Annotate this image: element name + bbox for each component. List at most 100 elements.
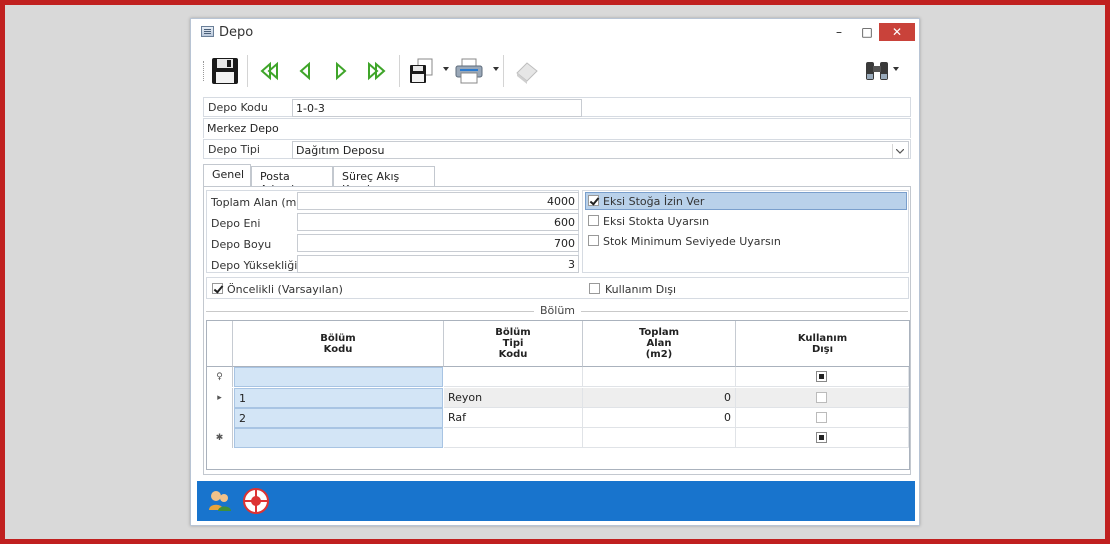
users-button[interactable] xyxy=(205,486,235,516)
eksi-stoga-izin-ver-checkbox[interactable] xyxy=(588,195,599,206)
cell-bolum-tipi[interactable]: Raf xyxy=(444,408,583,428)
cell-toplam-alan[interactable]: 0 xyxy=(583,388,736,408)
kullanim-disi-row-checkbox[interactable] xyxy=(816,392,827,403)
depo-tipi-value: Dağıtım Deposu xyxy=(296,144,385,157)
tab-genel[interactable]: Genel xyxy=(203,164,251,186)
window-title: Depo xyxy=(219,25,254,40)
previous-record-button[interactable] xyxy=(289,55,321,87)
table-row[interactable]: ▸ 1 Reyon 0 xyxy=(207,388,909,408)
eksi-stoga-izin-ver-label: Eksi Stoğa İzin Ver xyxy=(603,195,705,208)
new-cell-toplam-alan[interactable] xyxy=(583,428,736,448)
chevron-down-icon[interactable] xyxy=(892,144,906,158)
maximize-button[interactable]: □ xyxy=(853,23,881,41)
minimize-button[interactable]: – xyxy=(825,23,853,41)
depo-kodu-row: Depo Kodu 1-0-3 xyxy=(203,97,911,117)
filter-cell-bolum-tipi[interactable] xyxy=(444,367,583,387)
filter-cell-kullanim-disi[interactable] xyxy=(736,367,909,387)
filter-row-indicator: ♀ xyxy=(207,367,233,387)
table-row[interactable]: 2 Raf 0 xyxy=(207,408,909,428)
depo-eni-label: Depo Eni xyxy=(211,217,261,230)
cell-bolum-tipi[interactable]: Reyon xyxy=(444,388,583,408)
cell-kullanim-disi[interactable] xyxy=(736,408,909,428)
depo-yuksekligi-label: Depo Yüksekliği xyxy=(211,259,298,272)
section-divider xyxy=(578,311,908,312)
new-row[interactable]: ✱ xyxy=(207,428,909,448)
stok-minimum-uyarsin-label: Stok Minimum Seviyede Uyarsın xyxy=(603,235,781,248)
row-indicator xyxy=(207,408,233,428)
bolum-grid: Bölüm Kodu Bölüm Tipi Kodu Toplam Alan (m2) K… xyxy=(206,320,910,470)
depo-tipi-select[interactable]: Dağıtım Deposu xyxy=(292,141,909,159)
toolbar-separator xyxy=(399,55,400,87)
new-cell-bolum-tipi[interactable] xyxy=(444,428,583,448)
depo-tipi-row: Depo Tipi Dağıtım Deposu xyxy=(203,139,911,159)
stok-minimum-uyarsin-checkbox[interactable] xyxy=(588,235,599,246)
cell-bolum-kodu[interactable]: 2 xyxy=(234,408,443,428)
depo-window: Depo – □ ✕ Depo Kodu 1-0-3 Merkez Depo D… xyxy=(190,18,920,526)
toolbar xyxy=(197,49,915,93)
bolum-section-title: Bölüm xyxy=(534,304,582,317)
search-dropdown-arrow[interactable] xyxy=(893,67,899,71)
column-header-bolum-tipi-kodu[interactable]: Bölüm Tipi Kodu xyxy=(444,321,583,367)
depo-eni-input[interactable]: 600 xyxy=(297,213,579,231)
cell-toplam-alan[interactable]: 0 xyxy=(583,408,736,428)
filter-kullanim-disi-checkbox[interactable] xyxy=(816,371,827,382)
help-globe-icon xyxy=(243,488,269,514)
depo-kodu-input[interactable]: 1-0-3 xyxy=(292,99,582,117)
kullanim-disi-label: Kullanım Dışı xyxy=(605,283,677,296)
oncelikli-checkbox[interactable] xyxy=(212,283,223,294)
cell-kullanim-disi[interactable] xyxy=(736,388,909,408)
save-as-dropdown-arrow[interactable] xyxy=(443,67,449,71)
tab-strip: Genel Posta Adresi Süreç Akış Kuralı xyxy=(203,164,911,196)
column-header-bolum-kodu[interactable]: Bölüm Kodu xyxy=(233,321,444,367)
eraser-button[interactable] xyxy=(511,55,543,87)
flags-group: Öncelikli (Varsayılan) Kullanım Dışı xyxy=(206,277,909,299)
column-header-kullanim-disi[interactable]: Kullanım Dışı xyxy=(736,321,909,367)
help-button[interactable] xyxy=(241,486,271,516)
save-button[interactable] xyxy=(209,55,241,87)
print-dropdown-arrow[interactable] xyxy=(493,67,499,71)
window-app-icon xyxy=(201,26,214,37)
new-cell-kullanim-disi[interactable] xyxy=(736,428,909,448)
depo-boyu-input[interactable]: 700 xyxy=(297,234,579,252)
toolbar-grip[interactable] xyxy=(203,61,205,81)
eksi-stokta-uyarsin-label: Eksi Stokta Uyarsın xyxy=(603,215,710,228)
tab-surec-akis-kurali[interactable]: Süreç Akış Kuralı xyxy=(333,166,435,196)
column-header-toplam-alan[interactable]: Toplam Alan (m2) xyxy=(583,321,736,367)
bottom-bar xyxy=(197,481,915,521)
depo-yuksekligi-input[interactable]: 3 xyxy=(297,255,579,273)
first-record-button[interactable] xyxy=(253,55,285,87)
toplam-alan-input[interactable]: 4000 xyxy=(297,192,579,210)
depo-name-input[interactable]: Merkez Depo xyxy=(204,120,910,138)
tab-posta-adresi[interactable]: Posta Adresi xyxy=(251,166,333,196)
print-icon xyxy=(455,58,483,84)
new-row-indicator: ✱ xyxy=(207,428,233,448)
toplam-alan-label: Toplam Alan (m2) xyxy=(211,196,308,209)
users-icon xyxy=(209,491,231,511)
next-record-icon xyxy=(336,61,347,81)
depo-tipi-label: Depo Tipi xyxy=(208,143,260,156)
cell-bolum-kodu[interactable]: 1 xyxy=(234,388,443,408)
section-divider xyxy=(206,311,536,312)
genel-tab-panel: Toplam Alan (m2) 4000 Depo Eni 600 Depo … xyxy=(203,186,911,475)
filter-row: ♀ xyxy=(207,367,909,387)
eksi-stokta-uyarsin-checkbox[interactable] xyxy=(588,215,599,226)
save-as-button[interactable] xyxy=(405,55,437,87)
print-button[interactable] xyxy=(453,55,485,87)
search-binoculars-icon xyxy=(866,62,888,80)
filter-cell-toplam-alan[interactable] xyxy=(583,367,736,387)
kullanim-disi-row-checkbox[interactable] xyxy=(816,412,827,423)
kullanim-disi-checkbox[interactable] xyxy=(589,283,600,294)
filter-cell-bolum-kodu[interactable] xyxy=(234,367,443,387)
previous-record-icon xyxy=(299,61,310,81)
stock-options-group: Eksi Stoğa İzin Ver Eksi Stokta Uyarsın … xyxy=(582,190,909,273)
eraser-icon xyxy=(516,62,538,84)
row-indicator-header xyxy=(207,321,233,367)
new-kullanim-disi-checkbox[interactable] xyxy=(816,432,827,443)
last-record-icon xyxy=(368,61,386,81)
last-record-button[interactable] xyxy=(361,55,393,87)
close-button[interactable]: ✕ xyxy=(879,23,915,41)
next-record-button[interactable] xyxy=(325,55,357,87)
search-button[interactable] xyxy=(861,55,893,87)
toolbar-separator xyxy=(503,55,504,87)
new-cell-bolum-kodu[interactable] xyxy=(234,428,443,448)
